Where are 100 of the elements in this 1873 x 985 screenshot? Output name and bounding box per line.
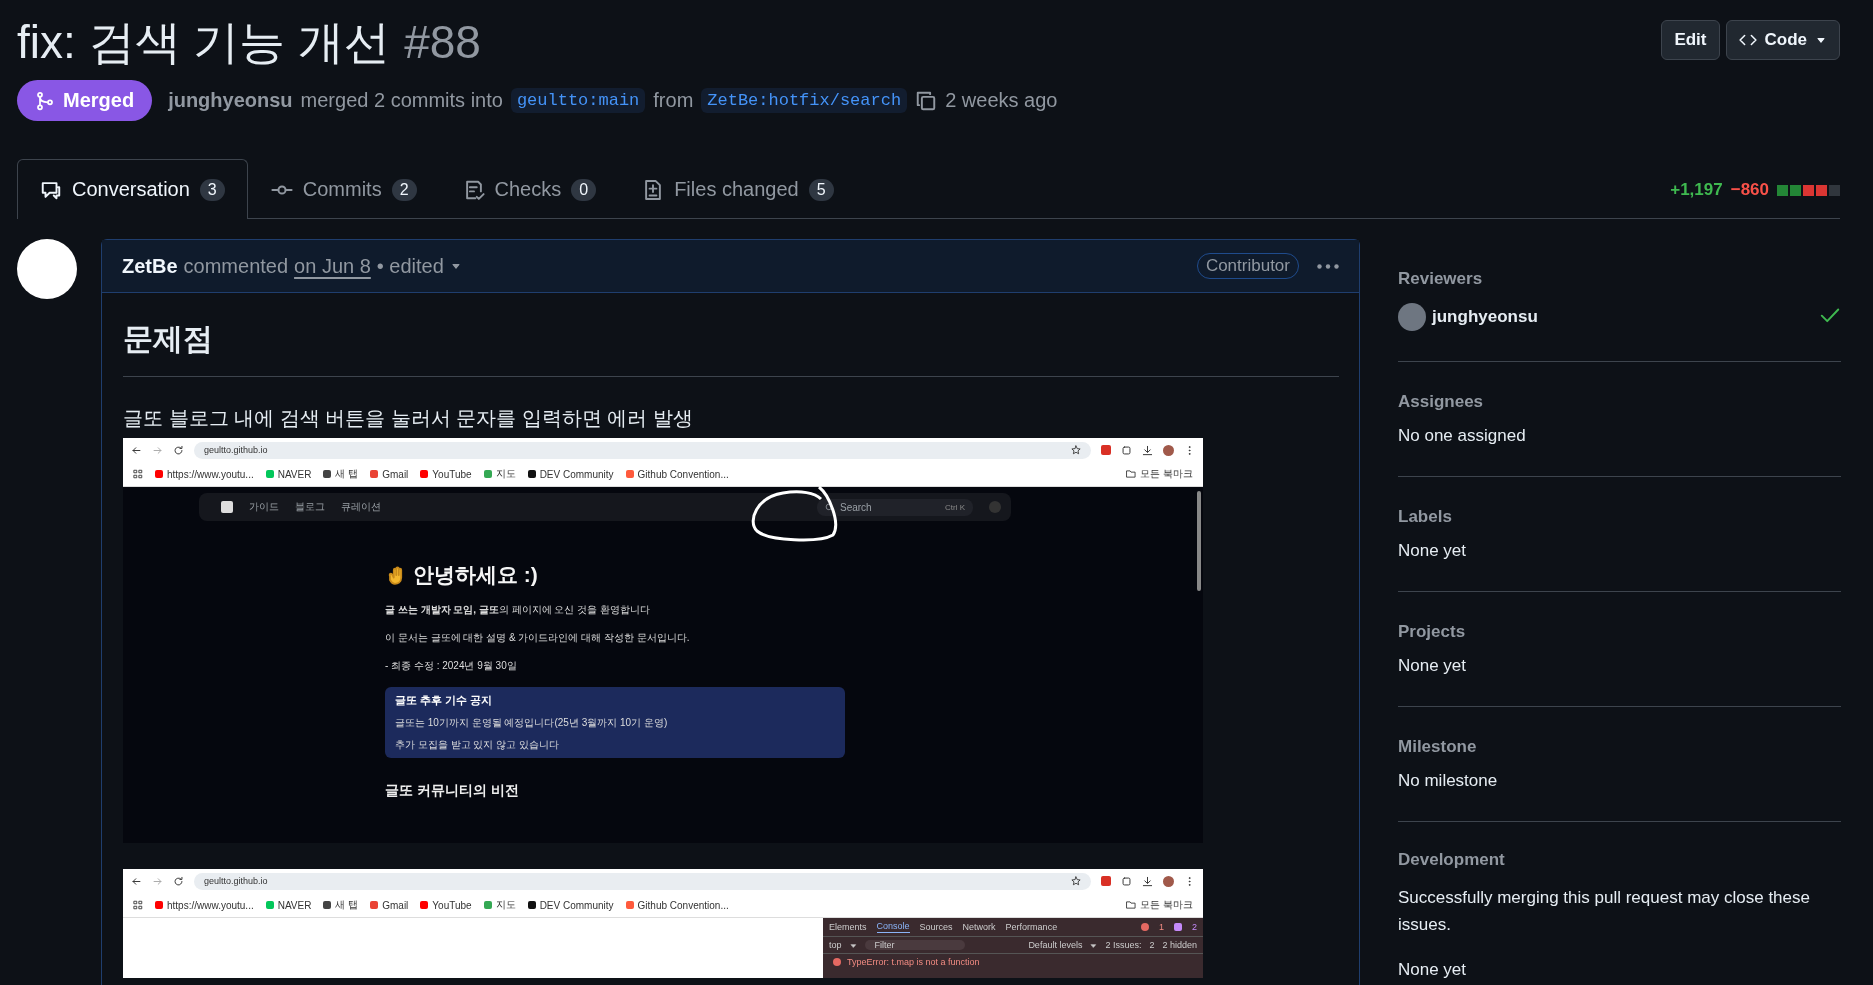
bookmark[interactable]: 새 탭 bbox=[323, 467, 359, 481]
reviewer-name[interactable]: junghyeonsu bbox=[1432, 307, 1538, 327]
theme-toggle[interactable] bbox=[989, 501, 1001, 513]
tab[interactable]: Conversation 3 bbox=[17, 159, 248, 219]
forward-arrow-icon bbox=[152, 875, 163, 887]
folder-icon bbox=[1126, 900, 1137, 910]
context-select[interactable]: top bbox=[829, 940, 842, 950]
error-count: 1 bbox=[1158, 922, 1164, 932]
count-badge: 5 bbox=[808, 178, 834, 201]
bookmark[interactable]: 지도 bbox=[483, 898, 516, 912]
page-paragraph: 이 문서는 글또에 대한 설명 & 가이드라인에 대해 작성한 문서입니다. bbox=[385, 631, 691, 645]
count-badge: 3 bbox=[199, 178, 225, 201]
edited-dropdown[interactable]: • edited bbox=[376, 254, 462, 278]
search-icon bbox=[825, 502, 834, 512]
notice-title: 글또 추후 기수 공지 bbox=[395, 693, 494, 708]
reload-icon bbox=[173, 875, 184, 887]
levels-select[interactable]: Default levels bbox=[1028, 940, 1083, 950]
page-paragraph: - 최종 수정 : 2024년 9월 30일 bbox=[385, 659, 518, 673]
avatar[interactable] bbox=[17, 239, 77, 299]
sidebar-value: None yet bbox=[1398, 959, 1468, 981]
status-badge: Merged bbox=[17, 80, 153, 121]
page-heading: 안녕하세요 :) bbox=[413, 562, 538, 588]
bookmark[interactable]: YouTube bbox=[420, 899, 472, 911]
bookmark[interactable]: NAVER bbox=[265, 899, 312, 911]
notice-text: 글또는 10기까지 운영될 예정입니다(25년 3월까지 10기 운영) bbox=[395, 716, 669, 730]
bookmark[interactable]: https://www.youtu... bbox=[155, 468, 254, 480]
bookmark[interactable]: Github Convention... bbox=[625, 899, 729, 911]
apps-icon bbox=[133, 900, 143, 910]
edit-button[interactable]: Edit bbox=[1661, 20, 1720, 60]
pr-title: fix: 검색 기능 개선 bbox=[17, 15, 391, 70]
filter-field[interactable]: Filter bbox=[864, 940, 965, 950]
merge-icon bbox=[35, 90, 55, 111]
devtools-tab[interactable]: Elements bbox=[829, 921, 867, 933]
bookmark[interactable]: YouTube bbox=[420, 468, 472, 480]
puzzle-icon bbox=[1121, 444, 1132, 456]
devtools-tab[interactable]: Console bbox=[876, 921, 910, 933]
caret-icon bbox=[1090, 941, 1098, 949]
error-message: TypeError: t.map is not a function bbox=[847, 957, 980, 967]
warning-count: 2 bbox=[1192, 922, 1197, 932]
reload-icon bbox=[173, 444, 184, 456]
devtools-tab[interactable]: Performance bbox=[1005, 921, 1058, 933]
error-icon bbox=[1140, 923, 1149, 931]
sidebar-text: Successfully merging this pull request may close these issues. bbox=[1398, 887, 1811, 936]
bookmark-folder[interactable]: 모든 북마크 bbox=[1126, 898, 1193, 912]
star-icon bbox=[1071, 876, 1081, 886]
comment-action: commented bbox=[183, 254, 289, 278]
bookmark[interactable]: https://www.youtu... bbox=[155, 899, 254, 911]
extension-icon[interactable] bbox=[1101, 876, 1111, 886]
branch-label[interactable]: geultto:main bbox=[510, 88, 646, 113]
bookmark[interactable]: Github Convention... bbox=[625, 468, 729, 480]
address-bar[interactable]: geultto.github.io bbox=[194, 441, 1091, 459]
merge-text: merged 2 commits into bbox=[300, 89, 503, 112]
comment-heading: 문제점 bbox=[123, 319, 1339, 377]
page-paragraph: 글 쓰는 개발자 모임, 글또의 페이지에 오신 것을 환영합니다 bbox=[385, 603, 652, 617]
puzzle-icon bbox=[1121, 875, 1132, 887]
bookmark[interactable]: DEV Community bbox=[527, 468, 614, 480]
copy-icon bbox=[915, 89, 938, 112]
tab[interactable]: Files changed 5 bbox=[619, 159, 857, 219]
profile-icon[interactable] bbox=[1163, 875, 1174, 887]
issues-label: 2 Issues: bbox=[1105, 940, 1142, 950]
hidden-count: 2 hidden bbox=[1162, 940, 1197, 950]
sidebar-heading[interactable]: Reviewers bbox=[1398, 269, 1841, 289]
bookmark[interactable]: Gmail bbox=[370, 899, 409, 911]
branch-label[interactable]: ZetBe:hotfix/search bbox=[701, 88, 908, 113]
sidebar-heading[interactable]: Labels bbox=[1398, 507, 1841, 527]
search-field[interactable]: Search Ctrl K bbox=[817, 498, 973, 516]
download-icon bbox=[1142, 875, 1153, 887]
back-arrow-icon bbox=[131, 444, 142, 456]
count-badge: 2 bbox=[391, 178, 417, 201]
nav-link[interactable]: 블로그 bbox=[295, 500, 325, 514]
extension-icon[interactable] bbox=[1101, 445, 1111, 455]
back-arrow-icon bbox=[131, 875, 142, 887]
devtools-tab[interactable]: Network bbox=[962, 921, 996, 933]
timestamp: 2 weeks ago bbox=[945, 89, 1058, 112]
bookmark[interactable]: DEV Community bbox=[527, 899, 614, 911]
from-text: from bbox=[653, 89, 694, 112]
date-link[interactable]: on Jun 8 bbox=[294, 254, 371, 278]
bookmark[interactable]: 새 탭 bbox=[323, 898, 359, 912]
nav-link[interactable]: 가이드 bbox=[249, 500, 279, 514]
bookmark[interactable]: Gmail bbox=[370, 468, 409, 480]
bookmark[interactable]: NAVER bbox=[265, 468, 312, 480]
nav-link[interactable]: 큐레이션 bbox=[341, 500, 381, 514]
profile-icon[interactable] bbox=[1163, 444, 1174, 456]
address-bar[interactable]: geultto.github.io bbox=[194, 872, 1091, 890]
devtools-tab[interactable]: Sources bbox=[919, 921, 953, 933]
sidebar-heading[interactable]: Milestone bbox=[1398, 737, 1841, 757]
sidebar-heading[interactable]: Projects bbox=[1398, 622, 1841, 642]
tab[interactable]: Checks 0 bbox=[439, 159, 620, 219]
deletions-count: −860 bbox=[1730, 180, 1769, 200]
tab[interactable]: Commits 2 bbox=[247, 159, 440, 219]
more-icon[interactable] bbox=[1317, 263, 1339, 269]
site-logo bbox=[221, 501, 233, 513]
scrollbar[interactable] bbox=[1197, 491, 1201, 591]
sidebar-heading[interactable]: Development bbox=[1398, 850, 1841, 870]
sidebar-heading[interactable]: Assignees bbox=[1398, 392, 1841, 412]
author-link[interactable]: junghyeonsu bbox=[168, 89, 293, 112]
bookmark-folder[interactable]: 모든 북마크 bbox=[1126, 467, 1193, 481]
code-button[interactable]: Code bbox=[1725, 20, 1840, 60]
author-link[interactable]: ZetBe bbox=[122, 254, 178, 278]
bookmark[interactable]: 지도 bbox=[483, 467, 516, 481]
